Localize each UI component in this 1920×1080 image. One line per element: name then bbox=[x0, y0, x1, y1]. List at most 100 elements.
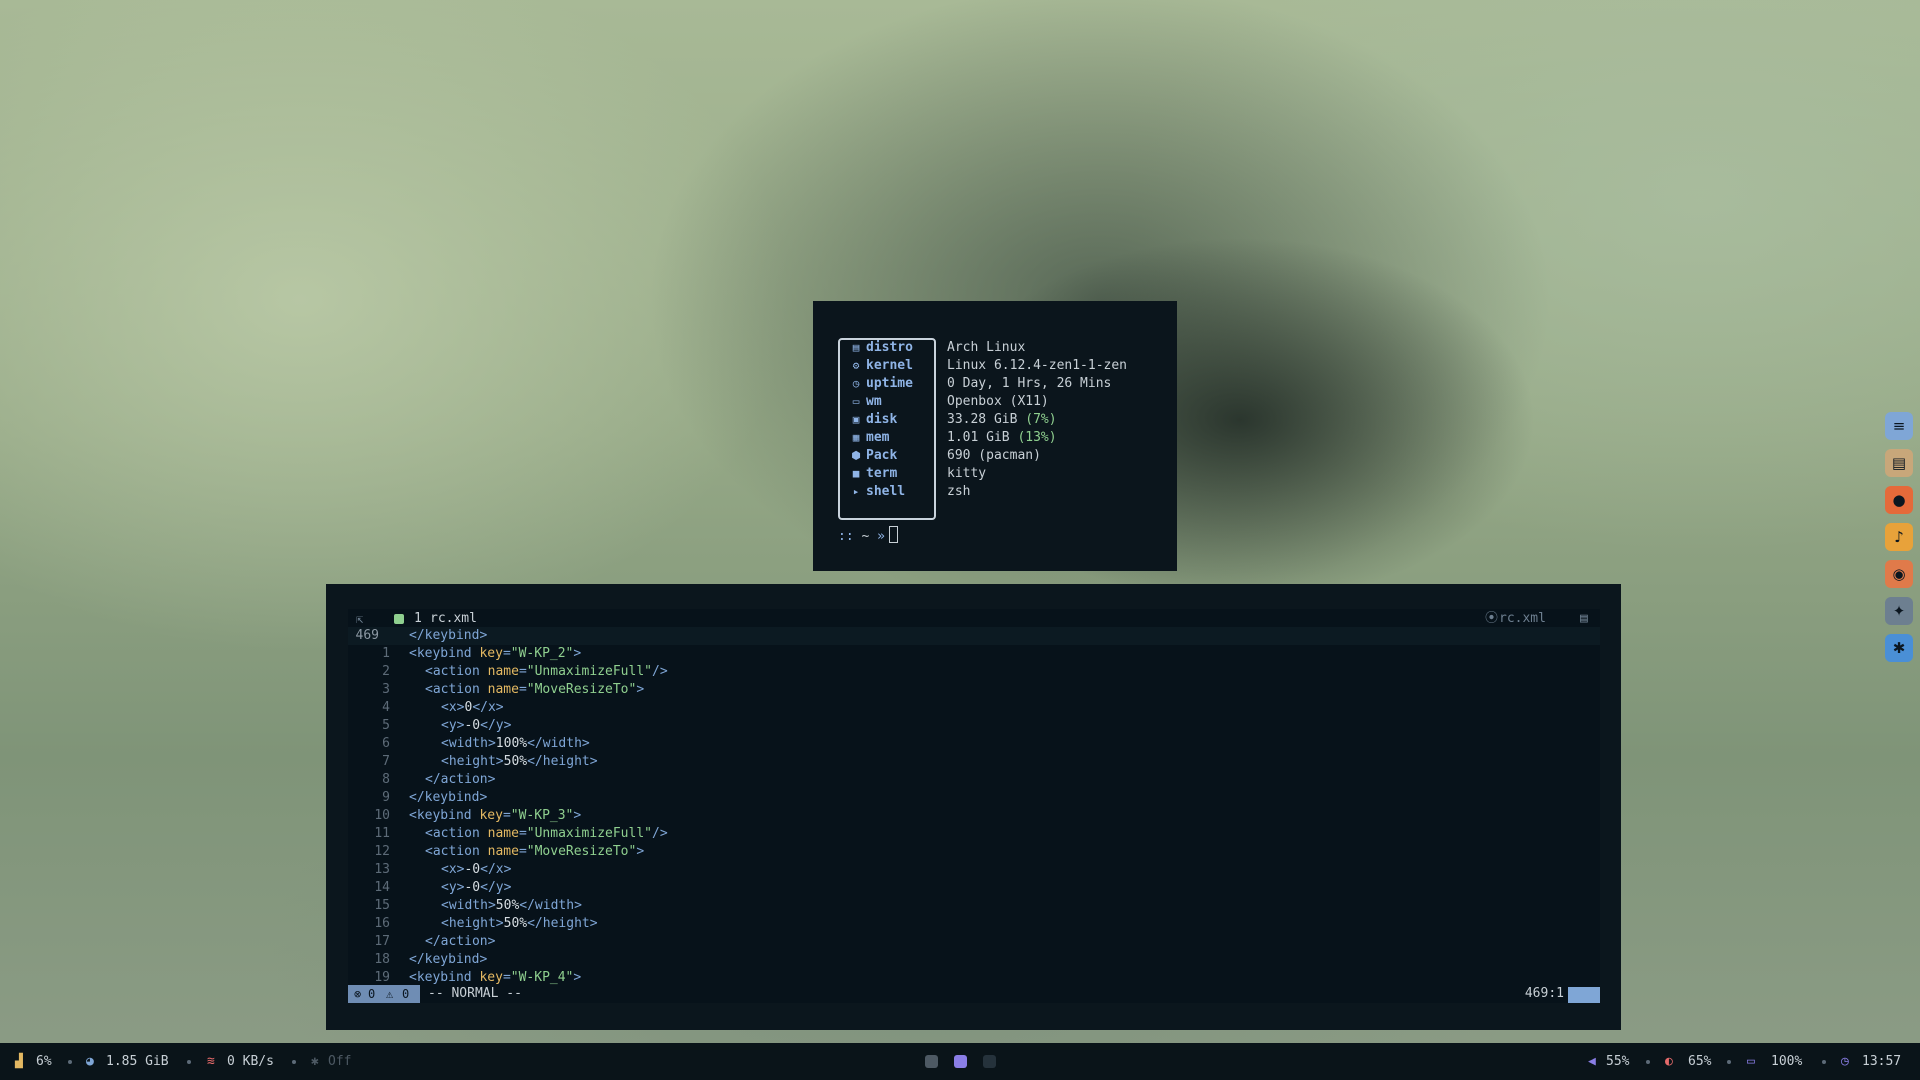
code-line[interactable]: 13 <x>-0</x> bbox=[348, 861, 1600, 879]
file-type-icon bbox=[394, 614, 404, 624]
code-line[interactable]: 15 <width>50%</width> bbox=[348, 897, 1600, 915]
line-number: 15 bbox=[374, 898, 390, 913]
clock-icon: ◷ bbox=[1841, 1054, 1849, 1069]
warning-count: 0 bbox=[402, 987, 410, 1001]
clock[interactable]: 13:57 bbox=[1862, 1043, 1901, 1080]
file-manager-icon[interactable]: ▤ bbox=[1885, 449, 1913, 477]
xml-token-tag: = bbox=[502, 646, 511, 661]
xml-token-tag: </keybind> bbox=[409, 790, 488, 805]
gamepad-icon[interactable]: ✦ bbox=[1885, 597, 1913, 625]
status-bar: ▟ 6% ◕ 1.85 GiB ≋ 0 KB/s ✱ Off ◀ 55% ◐ 6… bbox=[0, 1043, 1920, 1080]
bar-separator bbox=[1646, 1060, 1650, 1064]
collapse-icon[interactable]: ⇱ bbox=[356, 609, 363, 629]
line-number: 5 bbox=[382, 718, 390, 733]
xml-token-attr: name bbox=[487, 682, 519, 697]
code-line[interactable]: 3 <action name="MoveResizeTo"> bbox=[348, 681, 1600, 699]
xml-token-txt: -0 bbox=[464, 862, 481, 877]
xml-token-tag: <x> bbox=[441, 862, 465, 877]
line-number: 17 bbox=[374, 934, 390, 949]
fetch-label: distro bbox=[866, 340, 913, 355]
xml-token-tag: <keybind bbox=[409, 970, 480, 985]
code-text: <y>-0</y> bbox=[441, 717, 511, 735]
line-number: 11 bbox=[374, 826, 390, 841]
xml-token-tag: <action bbox=[425, 844, 488, 859]
image-viewer-icon[interactable]: ◉ bbox=[1885, 560, 1913, 588]
volume-level[interactable]: 55% bbox=[1606, 1043, 1629, 1080]
fetch-value-kernel: Linux 6.12.4-zen1-1-zen bbox=[947, 357, 1127, 375]
workspace-3-empty[interactable] bbox=[983, 1055, 996, 1068]
xml-token-tag: </width> bbox=[527, 736, 590, 751]
fetch-value-disk: 33.28 GiB (7%) bbox=[947, 411, 1057, 429]
xml-token-tag: <keybind bbox=[409, 646, 480, 661]
code-line[interactable]: 4 <x>0</x> bbox=[348, 699, 1600, 717]
xml-token-tag: <width> bbox=[441, 736, 496, 751]
xml-token-tag: <action bbox=[425, 664, 488, 679]
xml-token-str: "W-KP_3" bbox=[510, 808, 574, 823]
code-line[interactable]: 11 <action name="UnmaximizeFull"/> bbox=[348, 825, 1600, 843]
code-line[interactable]: 10 <keybind key="W-KP_3"> bbox=[348, 807, 1600, 825]
fetch-label: kernel bbox=[866, 358, 913, 373]
code-line[interactable]: 6 <width>100%</width> bbox=[348, 735, 1600, 753]
volume-icon: ◀ bbox=[1588, 1054, 1596, 1069]
fetch-row-shell: ▸ shell bbox=[850, 483, 905, 501]
battery-level[interactable]: 100% bbox=[1771, 1043, 1802, 1080]
tab-number[interactable]: 1 bbox=[414, 609, 422, 629]
code-line[interactable]: 8 </action> bbox=[348, 771, 1600, 789]
xml-token-tag: </height> bbox=[527, 754, 598, 769]
code-line[interactable]: 9 </keybind> bbox=[348, 789, 1600, 807]
fetch-row-uptime: ◷ uptime bbox=[850, 375, 913, 393]
kernel-icon: ⚙ bbox=[852, 359, 860, 372]
fetch-label: Pack bbox=[866, 448, 898, 463]
network-speed[interactable]: 0 KB/s bbox=[227, 1043, 274, 1080]
settings-app-icon[interactable]: ≡ bbox=[1885, 412, 1913, 440]
line-number: 7 bbox=[382, 754, 390, 769]
memory-usage[interactable]: 1.85 GiB bbox=[106, 1043, 169, 1080]
fetch-value-text: kitty bbox=[947, 466, 987, 481]
line-number: 469 bbox=[355, 628, 379, 643]
vim-mode: -- NORMAL -- bbox=[428, 986, 522, 1001]
bluetooth-icon[interactable]: ✱ bbox=[1885, 634, 1913, 662]
firefox-icon[interactable]: ● bbox=[1885, 486, 1913, 514]
code-line[interactable]: 16 <height>50%</height> bbox=[348, 915, 1600, 933]
code-line[interactable]: 469 </keybind> bbox=[348, 627, 1600, 645]
neovim-editor[interactable]: ⇱ 1 rc.xml ⦿ rc.xml ▤ 469 </keybind> 1 <key… bbox=[348, 609, 1600, 1003]
media-player-icon[interactable]: ♪ bbox=[1885, 523, 1913, 551]
xml-token-tag: = bbox=[518, 682, 527, 697]
code-line[interactable]: 18 </keybind> bbox=[348, 951, 1600, 969]
workspace-1-occupied[interactable] bbox=[925, 1055, 938, 1068]
code-line[interactable]: 7 <height>50%</height> bbox=[348, 753, 1600, 771]
code-line[interactable]: 5 <y>-0</y> bbox=[348, 717, 1600, 735]
fetch-terminal-window[interactable]: :: ~ » ▤ distro Arch Linux ⚙ kernel Linux 6.1… bbox=[813, 301, 1177, 571]
tab-filename[interactable]: rc.xml bbox=[430, 609, 477, 629]
xml-token-tag: <y> bbox=[441, 718, 465, 733]
fetch-value-text: 1.01 GiB bbox=[947, 430, 1018, 445]
shell-prompt[interactable]: :: ~ » bbox=[838, 526, 898, 544]
code-line[interactable]: 1 <keybind key="W-KP_2"> bbox=[348, 645, 1600, 663]
fetch-value-wm: Openbox (X11) bbox=[947, 393, 1049, 411]
code-line[interactable]: 12 <action name="MoveResizeTo"> bbox=[348, 843, 1600, 861]
xml-token-tag: > bbox=[573, 808, 582, 823]
cpu-usage[interactable]: 6% bbox=[36, 1043, 52, 1080]
xml-token-tag: > bbox=[573, 646, 582, 661]
bar-separator bbox=[1822, 1060, 1826, 1064]
fetch-value-percent: (7%) bbox=[1025, 412, 1057, 427]
fetch-value-pack: 690 (pacman) bbox=[947, 447, 1041, 465]
fetch-row-wm: ▭ wm bbox=[850, 393, 882, 411]
fetch-row-disk: ▣ disk bbox=[850, 411, 898, 429]
diagnostics-pill[interactable]: ⊗ 0 ⚠ 0 bbox=[348, 985, 420, 1003]
xml-token-txt: -0 bbox=[464, 718, 481, 733]
xml-token-tag: = bbox=[518, 826, 527, 841]
code-text: <keybind key="W-KP_3"> bbox=[409, 807, 581, 825]
editor-terminal-window[interactable]: ⇱ 1 rc.xml ⦿ rc.xml ▤ 469 </keybind> 1 <key… bbox=[326, 584, 1621, 1030]
code-line[interactable]: 2 <action name="UnmaximizeFull"/> bbox=[348, 663, 1600, 681]
workspace-2-active[interactable] bbox=[954, 1055, 967, 1068]
code-line[interactable]: 17 </action> bbox=[348, 933, 1600, 951]
fetch-value-distro: Arch Linux bbox=[947, 339, 1025, 357]
fetch-label: wm bbox=[866, 394, 882, 409]
brightness-level[interactable]: 65% bbox=[1688, 1043, 1711, 1080]
bluetooth-status[interactable]: Off bbox=[328, 1043, 351, 1080]
document-icon[interactable]: ▤ bbox=[1580, 609, 1588, 629]
code-line[interactable]: 14 <y>-0</y> bbox=[348, 879, 1600, 897]
code-text: <width>100%</width> bbox=[441, 735, 590, 753]
xml-token-tag: </y> bbox=[480, 880, 512, 895]
